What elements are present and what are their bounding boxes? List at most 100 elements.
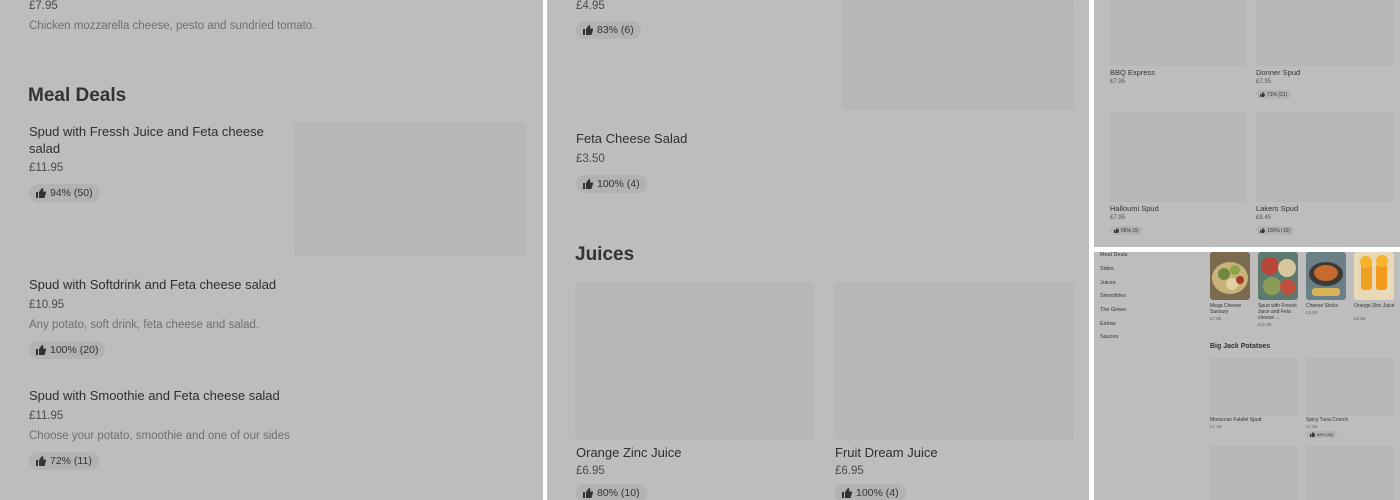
rating-badge: 100% (10) xyxy=(1256,226,1295,235)
item-image xyxy=(1210,358,1298,416)
rating-text: 100% (4) xyxy=(856,487,899,499)
rating-text: 66% (3) xyxy=(1121,227,1139,234)
section-heading: Juices xyxy=(575,244,635,265)
sidebar-item-juices[interactable]: Juices xyxy=(1100,280,1116,286)
rating-badge: 71% (21) xyxy=(1256,90,1292,99)
rating-text: 94% (50) xyxy=(50,187,93,199)
menu-panel-spuds-grid: BBQ Express £7.95 Donner Spud £7.95 71% … xyxy=(1094,0,1400,247)
rating-text: 88% (26) xyxy=(1317,432,1334,437)
section-heading: Big Jack Potatoes xyxy=(1210,343,1271,350)
thumbs-up-icon xyxy=(583,179,593,189)
item-price: £11.95 xyxy=(29,162,64,174)
item-title: Fruit Dream Juice xyxy=(835,445,938,460)
item-title: Spicy Tuna Crunch xyxy=(1306,417,1349,423)
rating-text: 83% (6) xyxy=(597,24,634,36)
item-price: £8.45 xyxy=(1256,215,1272,221)
rating-text: 100% (20) xyxy=(50,344,99,356)
item-title: Feta Cheese Salad xyxy=(576,131,688,146)
rating-badge: 100% (4) xyxy=(835,484,906,500)
rating-text: 80% (10) xyxy=(597,487,640,499)
rating-text: 71% (21) xyxy=(1267,91,1288,98)
menu-panel-overview: Meal Deals Sides Juices Smoothies The Gr… xyxy=(1094,252,1400,500)
rating-badge: 83% (6) xyxy=(576,21,641,39)
rating-badge: 72% (11) xyxy=(29,452,99,470)
thumbs-up-icon xyxy=(1310,432,1315,437)
item-title: Lakers Spud xyxy=(1256,204,1299,213)
item-title: Spud with Fressh Juice and Feta cheese s… xyxy=(29,124,264,156)
item-description: Chicken mozzarella cheese, pesto and sun… xyxy=(29,20,316,32)
item-image xyxy=(575,282,814,440)
sidebar-item-extras[interactable]: Extras xyxy=(1100,321,1116,327)
rating-badge: 94% (50) xyxy=(29,184,100,202)
item-image xyxy=(1256,112,1394,202)
item-title: Spud with Smoothie and Feta cheese salad xyxy=(29,388,280,403)
thumbs-up-icon xyxy=(36,456,46,466)
item-image xyxy=(1258,252,1298,300)
rating-badge: 88% (26) xyxy=(1306,431,1338,438)
item-price: £7.95 xyxy=(1110,79,1126,85)
item-title: Cheese Sticks xyxy=(1306,303,1338,309)
rating-badge: 80% (10) xyxy=(576,484,647,500)
item-image xyxy=(1110,112,1245,202)
item-price: £7.95 xyxy=(29,0,58,12)
thumbs-up-icon xyxy=(36,188,46,198)
thumbs-up-icon xyxy=(583,25,593,35)
sidebar-item-sauces[interactable]: Sauces xyxy=(1100,334,1118,340)
item-title: Moroccan Falafel Spud xyxy=(1210,417,1262,423)
item-price: £7.95 xyxy=(1306,424,1318,429)
item-description: Any potato, soft drink, feta cheese and … xyxy=(29,319,260,331)
item-image xyxy=(1210,446,1298,500)
rating-badge: 100% (4) xyxy=(576,175,647,193)
item-title: Spud with Softdrink and Feta cheese sala… xyxy=(29,277,277,292)
item-price: £6.95 xyxy=(835,465,864,477)
item-title: Mega Cheese Savoury xyxy=(1210,303,1242,315)
thumbs-up-icon xyxy=(583,488,593,498)
rating-text: 100% (4) xyxy=(597,178,640,190)
thumbs-up-icon xyxy=(1260,92,1265,97)
item-title: Orange Zinc Juice xyxy=(576,445,682,460)
sidebar-item-meal-deals[interactable]: Meal Deals xyxy=(1100,252,1128,258)
item-price: £6.95 xyxy=(1354,316,1366,321)
item-price: £11.95 xyxy=(1258,322,1272,327)
item-image xyxy=(294,122,526,256)
rating-badge: 66% (3) xyxy=(1110,226,1143,235)
item-image xyxy=(1306,446,1394,500)
section-heading: Meal Deals xyxy=(28,85,127,106)
menu-panel-juices: £4.95 83% (6) Feta Cheese Salad £3.50 10… xyxy=(547,0,1089,500)
item-price: £3.50 xyxy=(576,153,605,165)
item-price: £7.45 xyxy=(1210,424,1222,429)
item-image xyxy=(1110,0,1245,66)
item-price: £7.95 xyxy=(1256,79,1272,85)
item-image xyxy=(1256,0,1394,66)
thumbs-up-icon xyxy=(1114,228,1119,233)
thumbs-up-icon xyxy=(1260,228,1265,233)
item-title: Spud with Fressh Juice and Feta cheese .… xyxy=(1258,303,1297,321)
item-price: £6.95 xyxy=(576,465,605,477)
thumbs-up-icon xyxy=(842,488,852,498)
item-price: £10.95 xyxy=(29,299,65,311)
rating-badge: 100% (20) xyxy=(29,341,106,359)
thumbs-up-icon xyxy=(36,345,46,355)
item-price: £4.95 xyxy=(576,0,605,12)
item-price: £3.50 xyxy=(1306,310,1318,315)
item-image xyxy=(842,0,1074,110)
rating-text: 72% (11) xyxy=(50,455,92,467)
rating-text: 100% (10) xyxy=(1267,227,1291,234)
sidebar-item-sides[interactable]: Sides xyxy=(1100,266,1114,272)
item-image xyxy=(1210,252,1250,300)
item-title: Orange Zinc Juice xyxy=(1354,303,1395,309)
item-description: Choose your potato, smoothie and one of … xyxy=(29,430,290,442)
item-image xyxy=(1354,252,1394,300)
item-image xyxy=(1306,358,1394,416)
item-price: £11.95 xyxy=(29,410,64,422)
item-price: £7.95 xyxy=(1110,215,1126,221)
item-image xyxy=(835,282,1074,440)
menu-panel-meal-deals: £7.95 Chicken mozzarella cheese, pesto a… xyxy=(0,0,543,500)
item-title: Donner Spud xyxy=(1256,68,1301,77)
item-title: BBQ Express xyxy=(1110,68,1156,77)
sidebar-item-smoothies[interactable]: Smoothies xyxy=(1100,293,1126,299)
item-price: £7.95 xyxy=(1210,316,1222,321)
sidebar-item-the-green[interactable]: The Green xyxy=(1100,307,1126,313)
item-image xyxy=(1306,252,1346,300)
item-title: Halloumi Spud xyxy=(1110,204,1159,213)
